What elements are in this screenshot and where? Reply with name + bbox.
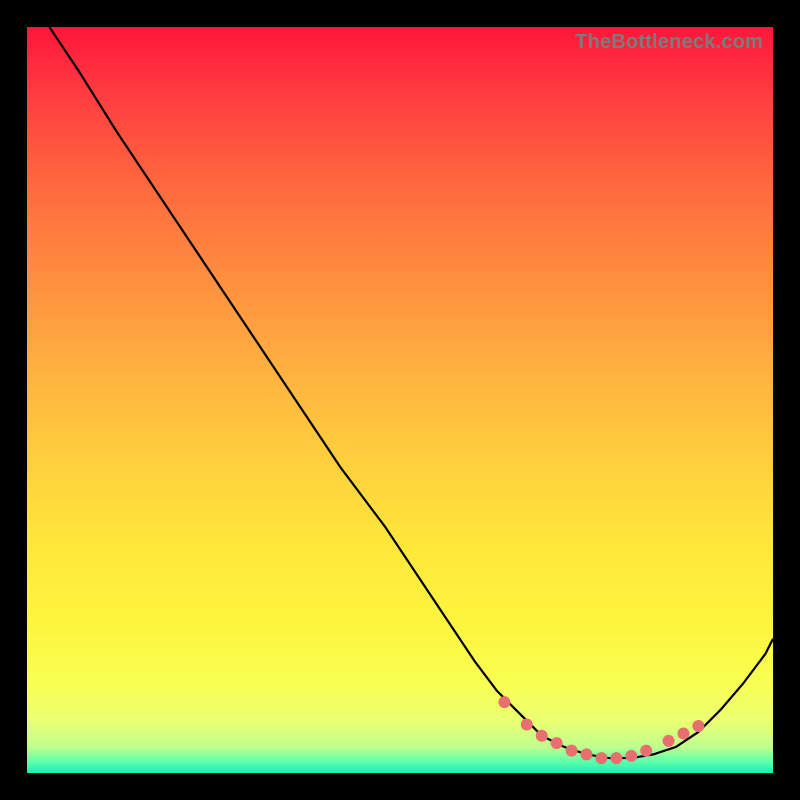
chart-frame: TheBottleneck.com (0, 0, 800, 800)
chart-svg (27, 27, 773, 773)
valley-markers (498, 696, 704, 764)
valley-marker (640, 745, 652, 757)
valley-marker (581, 748, 593, 760)
plot-area: TheBottleneck.com (27, 27, 773, 773)
valley-marker (677, 727, 689, 739)
main-curve (49, 27, 773, 758)
valley-marker (498, 696, 510, 708)
valley-marker (566, 745, 578, 757)
valley-marker (521, 719, 533, 731)
valley-marker (610, 752, 622, 764)
valley-marker (551, 737, 563, 749)
valley-marker (692, 720, 704, 732)
valley-marker (625, 750, 637, 762)
valley-marker (663, 735, 675, 747)
valley-marker (536, 730, 548, 742)
valley-marker (595, 752, 607, 764)
